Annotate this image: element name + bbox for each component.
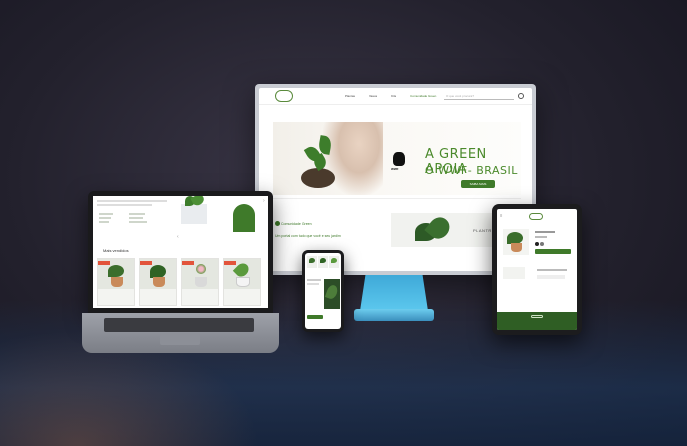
product-price [535,236,547,238]
search-input[interactable]: O que você procura? [444,92,514,100]
section-title: Mais vendidos [103,248,129,253]
hero-headline-line2: O WWF- BRASIL [425,164,518,177]
monitor-stand-neck [360,275,428,311]
sale-badge [224,261,236,265]
hero-banner[interactable]: WWF A GREEN APOIA O WWF- BRASIL SAIBA MA… [273,122,521,195]
menu-icon[interactable]: ≡ [500,213,502,218]
pot [236,277,250,287]
text-line [537,269,567,271]
wwf-panda-icon [393,152,405,166]
product-thumb[interactable] [329,256,339,268]
pot [153,277,165,287]
feature-item [129,221,147,223]
color-swatch[interactable] [540,242,544,246]
sale-badge [98,261,110,265]
nav-link-kits[interactable]: Kits [391,94,396,98]
text-line [307,279,321,281]
decor-arch [233,204,255,232]
fern-leaf [324,283,340,301]
pot [111,277,123,287]
site-header: Plantas Vasos Kits Comunidade Green O qu… [259,88,532,105]
plant-leaf [309,258,315,263]
product-image [98,259,134,289]
phone-cta-button[interactable] [307,315,323,319]
partner-label: WWF [391,167,399,171]
brand-logo[interactable] [529,213,543,220]
tablet: ≡ [492,204,582,335]
product-thumb[interactable] [307,256,317,268]
add-to-cart-button[interactable] [535,249,571,254]
article-image[interactable] [324,279,340,309]
product-card[interactable] [181,258,219,306]
product-pot-image [181,196,207,224]
feature-item [99,217,111,219]
product-card[interactable] [97,258,135,306]
trackpad [160,334,200,345]
feature-item [99,221,109,223]
main-nav: Plantas Vasos Kits Comunidade Green [345,94,436,98]
color-swatch[interactable] [535,242,539,246]
chevron-left-icon[interactable]: ‹ [177,234,179,240]
plant-leaf [331,258,337,263]
laptop-base [82,313,279,353]
product-thumb[interactable] [318,256,328,268]
nav-link-vasos[interactable]: Vasos [369,94,377,98]
footer-logo [531,315,543,318]
search-icon[interactable] [518,93,524,99]
product-card[interactable] [223,258,261,306]
product-card[interactable] [139,258,177,306]
product-title [535,231,555,233]
plant-leaf [320,258,326,263]
hero-cta-button[interactable]: SAIBA MAIS [461,180,495,188]
hero-person-image [323,122,383,195]
community-icon [275,221,280,226]
product-image [503,229,529,255]
smartphone [302,250,344,332]
pot [511,243,522,252]
plant-leaf [108,265,124,277]
sale-badge [140,261,152,265]
pot [195,277,207,287]
laptop-screen: ‹ › Mais vendidos [93,196,268,308]
community-subtitle: Um portal com tudo que você e seu jardim [275,234,341,238]
tablet-screen: ≡ [497,209,577,330]
phone-screen [305,253,341,329]
divider [273,198,521,199]
brand-logo[interactable] [275,90,293,102]
product-image [224,259,260,289]
laptop: ‹ › Mais vendidos [88,191,273,313]
feature-item [99,213,113,215]
review-input[interactable] [537,275,565,279]
keyboard [104,318,254,332]
product-image [140,259,176,289]
community-title: Comunidade Green [281,222,312,226]
chevron-right-icon[interactable]: › [263,198,265,204]
text-line [97,200,167,202]
monitor-stand-base [354,309,434,321]
text-line [307,283,319,285]
product-image [182,259,218,289]
rating-box [503,267,525,279]
text-line [97,204,152,206]
nav-link-plantas[interactable]: Plantas [345,94,355,98]
flower-plant [196,264,206,274]
feature-item [129,217,143,219]
sale-badge [182,261,194,265]
feature-item [129,213,145,215]
nav-link-comunidade[interactable]: Comunidade Green [410,94,436,98]
plant-leaf [190,196,206,208]
